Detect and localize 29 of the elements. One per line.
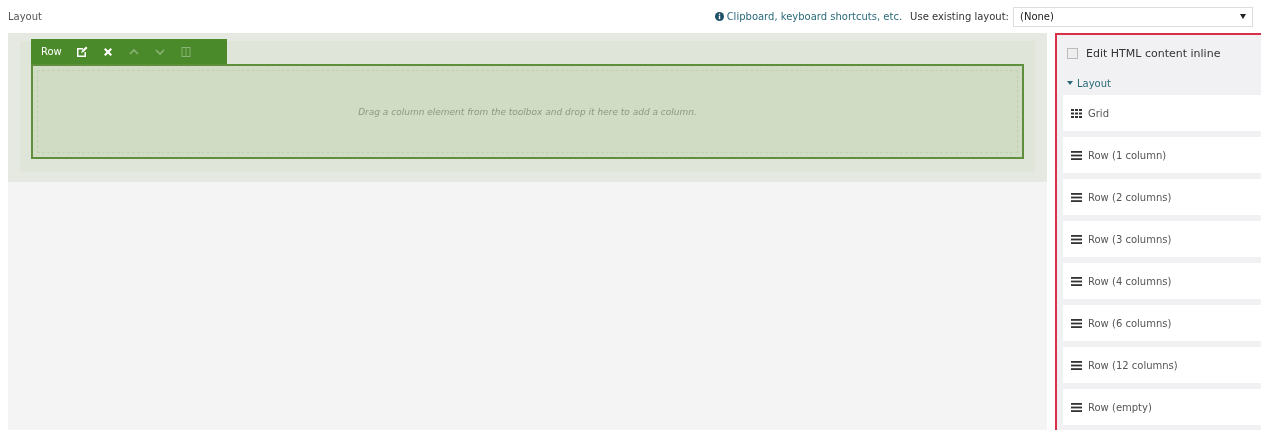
toolbox-item[interactable]: Row (6 columns) [1063,305,1261,341]
layout-label: Use existing layout: [910,11,1009,22]
help-link[interactable]: Clipboard, keyboard shortcuts, etc. [714,11,903,22]
toolbox-item[interactable]: Row (2 columns) [1063,179,1261,215]
inline-edit-checkbox[interactable]: Edit HTML content inline [1063,35,1261,71]
dropzone-hint: Drag a column element from the toolbox and drop it here to add a column. [358,106,697,117]
section-toggle[interactable]: Layout [1063,71,1261,95]
grid-icon [1071,108,1082,118]
toolbox-item[interactable]: Row (12 columns) [1063,347,1261,383]
menu-icon [1071,402,1082,412]
menu-icon [1071,318,1082,328]
toolbox-item[interactable]: Row (3 columns) [1063,221,1261,257]
toolbox-item[interactable]: Row (1 column) [1063,137,1261,173]
menu-icon [1071,276,1082,286]
info-icon [714,12,724,21]
close-icon[interactable] [101,45,114,58]
section-title: Layout [8,11,42,22]
toolbox-item[interactable]: Row (4 columns) [1063,263,1261,299]
menu-icon [1071,234,1082,244]
layout-select[interactable]: (None) [1013,6,1253,27]
menu-icon [1071,192,1082,202]
toolbox-item[interactable]: Row (empty) [1063,389,1261,425]
row-label: Row [41,46,62,57]
caret-icon [1240,14,1246,19]
toolbox-item[interactable]: Grid [1063,95,1261,131]
menu-icon [1071,360,1082,370]
menu-icon [1071,150,1082,160]
edit-icon[interactable] [75,45,88,58]
caret-icon [1067,80,1073,86]
